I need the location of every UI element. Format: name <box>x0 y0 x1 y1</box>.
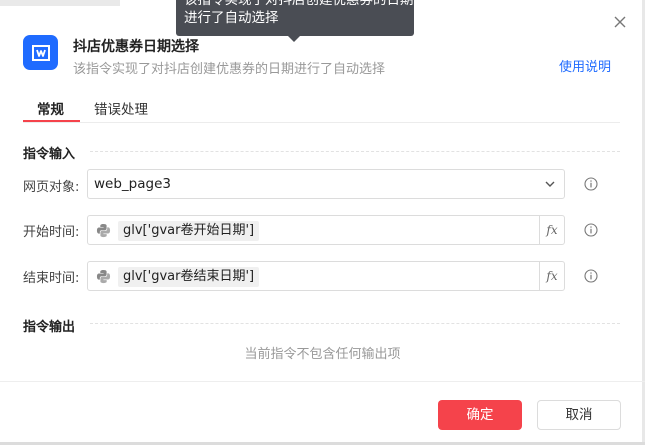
tooltip-arrow <box>288 36 300 42</box>
field-label-start-time: 开始时间: <box>23 225 80 240</box>
tab-error-handling[interactable]: 错误处理 <box>94 98 148 118</box>
field-label-end-time: 结束时间: <box>23 271 80 286</box>
help-link[interactable]: 使用说明 <box>559 56 611 75</box>
subtitle-tooltip: 该指令实现了对抖店创建优惠券的日期 进行了自动选择 <box>176 0 414 36</box>
dialog: 该指令实现了对抖店创建优惠券的日期 进行了自动选择 抖店优惠券日期选择 该指令实… <box>0 0 645 445</box>
cancel-button[interactable]: 取消 <box>537 400 621 430</box>
web-page-select[interactable]: web_page3 <box>87 169 565 199</box>
confirm-button[interactable]: 确定 <box>438 400 522 430</box>
end-time-input[interactable]: glv['gvar卷结束日期'] fx <box>87 261 565 291</box>
start-time-expression: glv['gvar卷开始日期'] <box>118 221 260 241</box>
field-label-web-page: 网页对象: <box>23 180 80 195</box>
info-icon[interactable] <box>584 269 598 283</box>
dialog-title: 抖店优惠券日期选择 <box>73 39 199 55</box>
input-section-title: 指令输入 <box>23 147 76 162</box>
web-page-select-value: web_page3 <box>94 176 171 192</box>
tab-divider <box>23 122 620 123</box>
end-time-fx-button[interactable]: fx <box>539 262 564 290</box>
output-empty-text: 当前指令不包含任何输出项 <box>244 347 401 362</box>
close-icon[interactable] <box>611 13 629 31</box>
chevron-down-icon <box>545 181 555 187</box>
end-time-expression: glv['gvar卷结束日期'] <box>118 267 260 287</box>
footer-divider <box>0 381 645 382</box>
start-time-input[interactable]: glv['gvar卷开始日期'] fx <box>87 215 565 245</box>
output-section-title: 指令输出 <box>23 320 76 335</box>
tooltip-line-1: 该指令实现了对抖店创建优惠券的日期 <box>184 0 414 8</box>
info-icon[interactable] <box>584 223 598 237</box>
app-logo-icon <box>23 35 58 70</box>
python-icon <box>96 223 111 238</box>
input-section-divider <box>90 151 620 152</box>
background-window-strip <box>0 0 120 6</box>
tab-general[interactable]: 常规 <box>37 98 64 118</box>
start-time-fx-button[interactable]: fx <box>539 216 564 244</box>
info-icon[interactable] <box>584 177 598 191</box>
output-section-divider <box>90 323 620 324</box>
python-icon <box>96 269 111 284</box>
tooltip-line-2: 进行了自动选择 <box>184 10 279 26</box>
dialog-subtitle: 该指令实现了对抖店创建优惠券的日期进行了自动选择 <box>73 62 386 77</box>
